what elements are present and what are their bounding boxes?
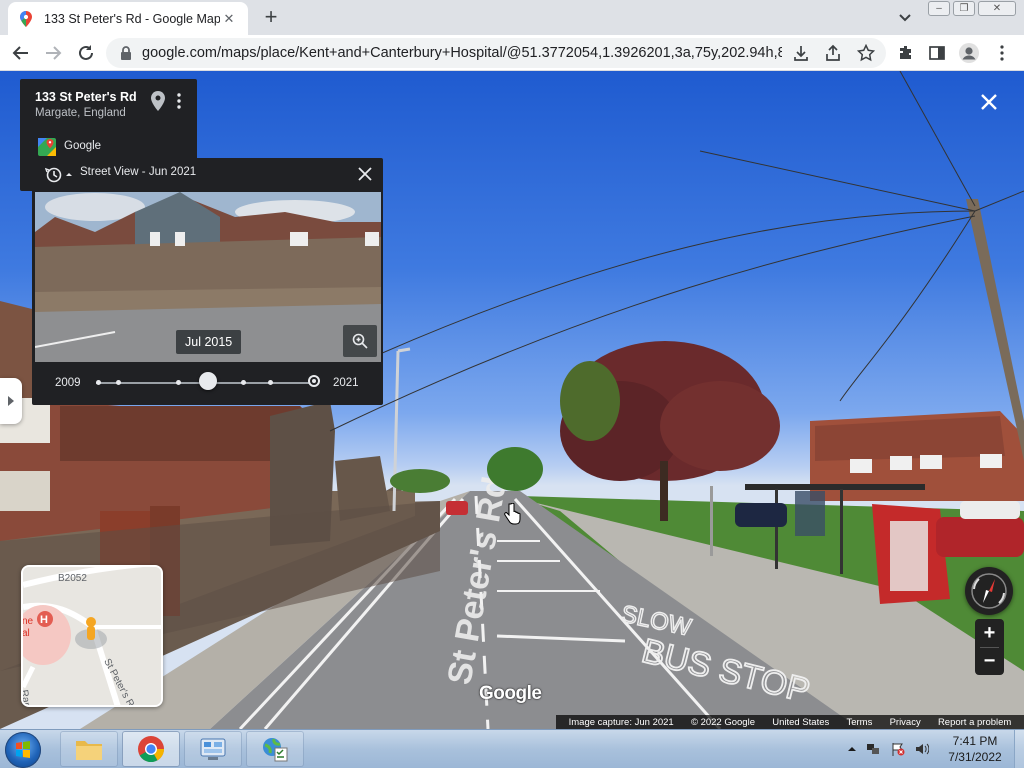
google-maps-logo-icon <box>38 138 56 156</box>
compass-icon <box>971 573 1007 609</box>
zoom-magnifier-icon <box>352 333 368 349</box>
place-subtitle: Margate, England <box>35 107 126 119</box>
restore-icon[interactable]: ❐ <box>953 1 975 16</box>
time-machine-title: Street View - Jun 2021 <box>80 166 197 178</box>
back-icon[interactable] <box>9 41 33 65</box>
timeline-end-year: 2021 <box>333 377 359 389</box>
minimap-partial-label: al <box>22 628 30 639</box>
minimap-road-label: B2052 <box>58 573 87 584</box>
action-center-flag-icon[interactable] <box>891 742 905 756</box>
copyright-text: © 2022 Google <box>690 716 755 728</box>
taskbar-network-app[interactable] <box>246 731 304 767</box>
windows-taskbar: 7:41 PM 7/31/2022 <box>0 729 1024 768</box>
zoom-control: + − <box>975 619 1004 675</box>
control-panel-icon <box>200 738 226 760</box>
taskbar-file-explorer[interactable] <box>60 731 118 767</box>
timeline-start-year: 2009 <box>55 377 81 389</box>
browser-tab[interactable]: 133 St Peter's Rd - Google Maps ✕ <box>8 2 248 35</box>
tab-close-icon[interactable]: ✕ <box>220 11 238 27</box>
compass-button[interactable] <box>965 567 1013 615</box>
window-close-icon[interactable]: ✕ <box>978 1 1016 16</box>
lock-icon[interactable] <box>118 45 134 61</box>
browser-toolbar: google.com/maps/place/Kent+and+Canterbur… <box>0 35 1024 71</box>
address-bar[interactable]: google.com/maps/place/Kent+and+Canterbur… <box>106 38 886 68</box>
taskbar-control-panel[interactable] <box>184 731 242 767</box>
start-button[interactable] <box>5 732 41 768</box>
volume-icon[interactable] <box>915 742 929 756</box>
taskbar-clock-date[interactable]: 7/31/2022 <box>945 750 1005 764</box>
url-text: google.com/maps/place/Kent+and+Canterbur… <box>142 45 782 61</box>
download-icon[interactable] <box>789 41 813 65</box>
network-icon[interactable] <box>866 742 880 756</box>
share-icon[interactable] <box>821 41 845 65</box>
timeline-tick[interactable] <box>176 380 181 385</box>
street-view-footer: Image capture: Jun 2021 © 2022 Google Un… <box>556 715 1024 729</box>
reload-icon[interactable] <box>74 41 98 65</box>
provider-label: Google <box>64 140 102 152</box>
new-tab-button[interactable]: + <box>258 5 284 29</box>
time-machine-panel: Street View - Jun 2021 Jul 2015 2009 202… <box>32 158 383 405</box>
zoom-out-button[interactable]: − <box>975 647 1004 675</box>
street-view-canvas[interactable]: St Peter's Rd SLOW BUS STOP 133 St Peter… <box>0 71 1024 729</box>
tab-title: 133 St Peter's Rd - Google Maps <box>44 11 220 26</box>
minimize-icon[interactable]: ‒ <box>928 1 950 16</box>
profile-avatar-icon[interactable] <box>957 41 981 65</box>
history-clock-icon[interactable] <box>45 166 75 184</box>
timeline-tick[interactable] <box>116 380 121 385</box>
mini-map[interactable]: H B2052 St Peter's Rd ne al Ram <box>21 565 163 707</box>
expand-side-panel-button[interactable] <box>0 378 22 424</box>
image-capture-date: Image capture: Jun 2021 <box>568 716 674 728</box>
timeline-slider-handle[interactable] <box>199 372 217 390</box>
chevron-right-icon <box>8 396 14 406</box>
windows-logo-icon <box>16 741 30 758</box>
report-problem-link[interactable]: Report a problem <box>938 717 1011 728</box>
zoom-in-button[interactable]: + <box>975 619 1004 647</box>
side-panel-icon[interactable] <box>925 41 949 65</box>
timeline-tick[interactable] <box>268 380 273 385</box>
taskbar-clock-time[interactable]: 7:41 PM <box>945 734 1005 748</box>
minimap-partial-label: ne <box>22 616 34 627</box>
more-options-icon[interactable] <box>175 92 183 110</box>
svg-text:H: H <box>40 614 48 626</box>
time-machine-close-icon[interactable] <box>357 166 373 182</box>
thumbnail-zoom-button[interactable] <box>343 325 377 357</box>
hand-cursor-icon <box>504 503 521 525</box>
region-link[interactable]: United States <box>772 717 829 728</box>
timeline-tick[interactable] <box>96 380 101 385</box>
privacy-link[interactable]: Privacy <box>890 717 921 728</box>
tab-strip: 133 St Peter's Rd - Google Maps ✕ + ‒ ❐ … <box>0 0 1024 35</box>
globe-checklist-icon <box>263 738 288 762</box>
timeline-current-marker[interactable] <box>308 375 320 387</box>
tab-search-icon[interactable] <box>896 8 914 26</box>
folder-icon <box>76 741 102 760</box>
tray-overflow-icon[interactable] <box>845 742 859 756</box>
exit-street-view-icon[interactable] <box>978 91 1000 113</box>
taskbar-chrome[interactable] <box>122 731 180 767</box>
terms-link[interactable]: Terms <box>846 717 872 728</box>
timeline-tick[interactable] <box>241 380 246 385</box>
chrome-icon <box>138 736 165 763</box>
bookmark-star-icon[interactable] <box>854 41 878 65</box>
forward-icon[interactable] <box>41 41 65 65</box>
place-title: 133 St Peter's Rd <box>35 90 137 104</box>
google-maps-favicon-icon <box>18 10 34 27</box>
map-pin-icon[interactable] <box>151 91 165 111</box>
show-desktop-button[interactable] <box>1014 730 1024 768</box>
extensions-icon[interactable] <box>894 41 918 65</box>
thumbnail-date-badge: Jul 2015 <box>176 330 242 354</box>
chrome-menu-icon[interactable] <box>990 41 1014 65</box>
google-watermark: Google <box>479 683 542 704</box>
